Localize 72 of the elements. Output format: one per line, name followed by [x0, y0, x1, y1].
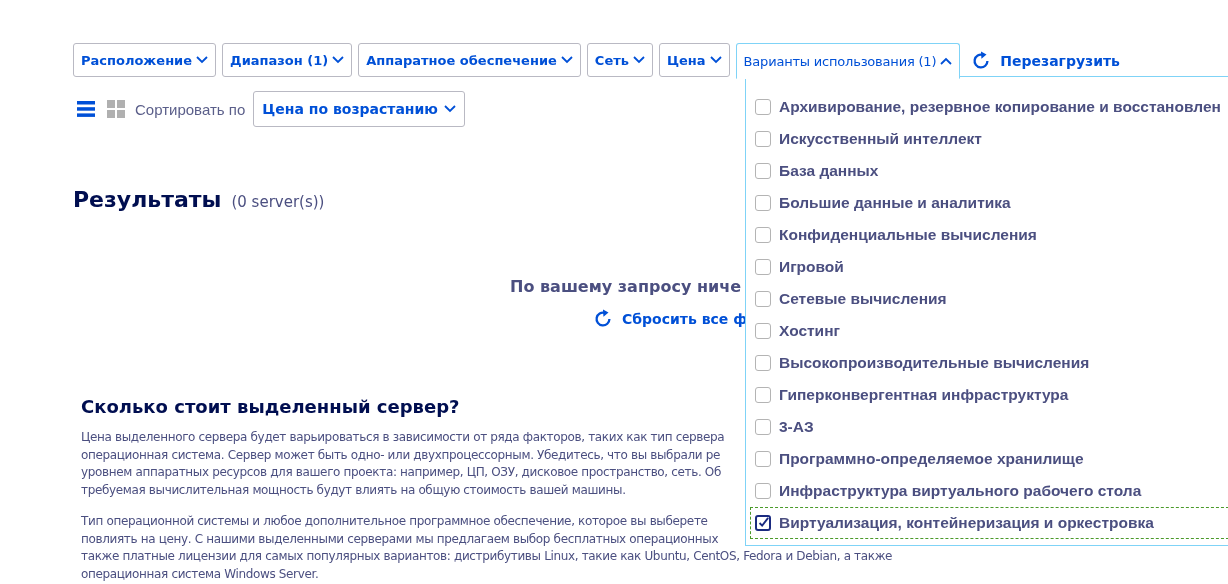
option-label: Высокопроизводительные вычисления: [779, 354, 1090, 372]
option-label: Архивирование, резервное копирование и восстановлен: [779, 98, 1221, 116]
option-label: Сетевые вычисления: [779, 290, 947, 308]
paragraph-line: Тип операционной системы и любое дополнительное программное обеспечение, которое вы выберете: [81, 513, 708, 530]
article-heading: Сколько стоит выделенный сервер?: [81, 396, 460, 417]
option-row[interactable]: Хостинг: [750, 315, 1228, 347]
checkbox[interactable]: [755, 387, 771, 403]
chevron-down-icon: [443, 105, 456, 113]
checkbox[interactable]: [755, 451, 771, 467]
filter-dropdown[interactable]: Варианты использования (1): [735, 43, 961, 79]
checkbox[interactable]: [755, 163, 771, 179]
checkbox[interactable]: [755, 355, 771, 371]
option-label: Гиперконвергентная инфраструктура: [779, 386, 1069, 404]
checkbox[interactable]: [755, 515, 771, 531]
empty-message: По вашему запросу ниче: [510, 277, 741, 296]
option-label: База данных: [779, 162, 879, 180]
checkbox[interactable]: [755, 227, 771, 243]
chevron-down-icon: [709, 56, 722, 64]
option-label: Искусственный интеллект: [779, 130, 982, 148]
checkbox[interactable]: [755, 323, 771, 339]
option-row[interactable]: Сетевые вычисления: [750, 283, 1228, 315]
checkbox[interactable]: [755, 131, 771, 147]
paragraph-line: требуемая вычислительная мощность будут влиять на общую стоимость вашей машины.: [81, 481, 626, 499]
checkbox[interactable]: [755, 483, 771, 499]
paragraph-line: также платные лицензии для самых популярных вариантов: дистрибутивы Linux, такие как Ubuntu, CentOS, Fedora и Debian, а также: [81, 548, 893, 565]
list-view-icon[interactable]: [77, 101, 95, 117]
option-label: Программно-определяемое хранилище: [779, 450, 1084, 468]
chevron-down-icon: [332, 56, 345, 64]
checkbox[interactable]: [755, 259, 771, 275]
results-count: (0 server(s)): [231, 193, 325, 211]
option-label: Инфраструктура виртуального рабочего стола: [779, 482, 1142, 500]
option-label: Большие данные и аналитика: [779, 194, 1011, 212]
option-row[interactable]: База данных: [750, 155, 1228, 187]
option-label: Виртуализация, контейнеризация и оркестровка: [779, 514, 1154, 532]
chevron-down-icon: [632, 56, 645, 64]
option-row[interactable]: Инфраструктура виртуального рабочего стола: [750, 475, 1228, 507]
paragraph-line: операционная система. Сервер может быть одно- или двухпроцессорным. Убедитесь, что вы выбрали ре: [81, 446, 720, 464]
paragraph-line: уровнем аппаратных ресурсов для вашего проекта: например, ЦП, ОЗУ, дисковое пространство, сеть. Об: [81, 464, 721, 481]
option-row[interactable]: Большие данные и аналитика: [750, 187, 1228, 219]
option-row[interactable]: Искусственный интеллект: [750, 123, 1228, 155]
sort-dropdown[interactable]: Цена по возрастанию: [253, 91, 465, 127]
filter-dropdown[interactable]: Расположение: [73, 43, 217, 77]
option-row[interactable]: Архивирование, резервное копирование и восстановлен: [750, 91, 1228, 123]
checkbox[interactable]: [755, 419, 771, 435]
filter-dropdown[interactable]: Аппаратное обеспечение: [358, 43, 581, 77]
filter-dropdown[interactable]: Цена: [658, 43, 730, 77]
option-row[interactable]: Виртуализация, контейнеризация и оркестровка: [750, 507, 1228, 539]
reload-button[interactable]: Перезагрузить: [966, 43, 1124, 79]
option-row[interactable]: Игровой: [750, 251, 1228, 283]
checkbox[interactable]: [755, 291, 771, 307]
chevron-down-icon: [196, 56, 209, 64]
checkbox[interactable]: [755, 99, 771, 115]
option-label: Игровой: [779, 258, 844, 276]
paragraph-line: операционная система Windows Server.: [81, 565, 319, 583]
option-row[interactable]: Конфиденциальные вычисления: [750, 219, 1228, 251]
option-label: 3-АЗ: [779, 418, 814, 436]
results-title: Результаты: [73, 187, 222, 212]
chevron-up-icon: [940, 57, 953, 65]
option-row[interactable]: Высокопроизводительные вычисления: [750, 347, 1228, 379]
paragraph-line: повлиять на цену. С нашими выделенными серверами мы предлагаем выбор бесплатных операционных: [81, 530, 719, 548]
paragraph-line: Цена выделенного сервера будет варьироваться в зависимости от ряда факторов, таких как тип сервера: [81, 429, 725, 446]
option-row[interactable]: Программно-определяемое хранилище: [750, 443, 1228, 475]
option-label: Хостинг: [779, 322, 840, 340]
option-row[interactable]: 3-АЗ: [750, 411, 1228, 443]
grid-view-icon[interactable]: [107, 100, 125, 118]
chevron-down-icon: [560, 56, 573, 64]
option-row[interactable]: Гиперконвергентная инфраструктура: [750, 379, 1228, 411]
sort-label: Сортировать по: [135, 100, 246, 118]
filter-dropdown[interactable]: Сеть: [586, 43, 653, 77]
filter-dropdown[interactable]: Диапазон (1): [222, 43, 353, 77]
option-label: Конфиденциальные вычисления: [779, 226, 1037, 244]
checkbox[interactable]: [755, 195, 771, 211]
